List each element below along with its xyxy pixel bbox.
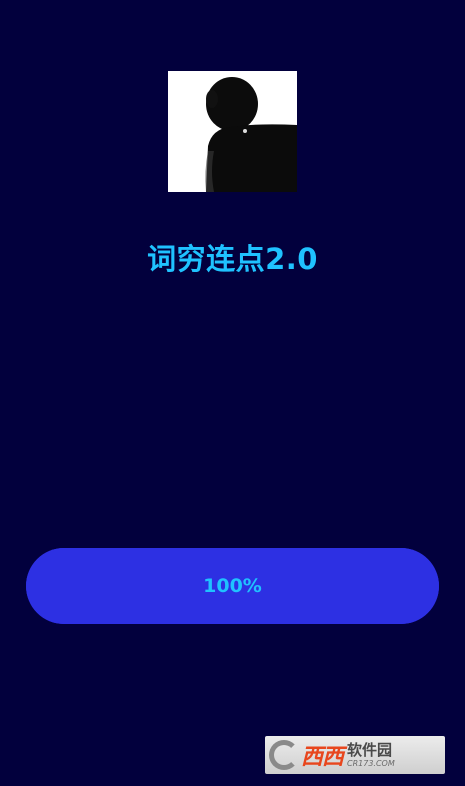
app-logo	[168, 71, 297, 192]
watermark-c-icon	[269, 740, 299, 770]
watermark-brand: 西西	[301, 744, 344, 770]
progress-bar: 100%	[26, 548, 439, 624]
progress-label: 100%	[203, 575, 262, 597]
watermark-name: 软件园	[347, 740, 393, 759]
app-title: 词穷连点2.0	[147, 242, 318, 276]
watermark-text: 软件园 CR173.COM	[347, 740, 395, 768]
splash-screen: 词穷连点2.0 100% 西西 软件园 CR173.COM	[0, 0, 465, 786]
watermark-logo: 西西 软件园 CR173.COM	[265, 736, 445, 774]
watermark-url: CR173.COM	[347, 758, 395, 768]
silhouette-avatar-icon	[168, 71, 297, 192]
